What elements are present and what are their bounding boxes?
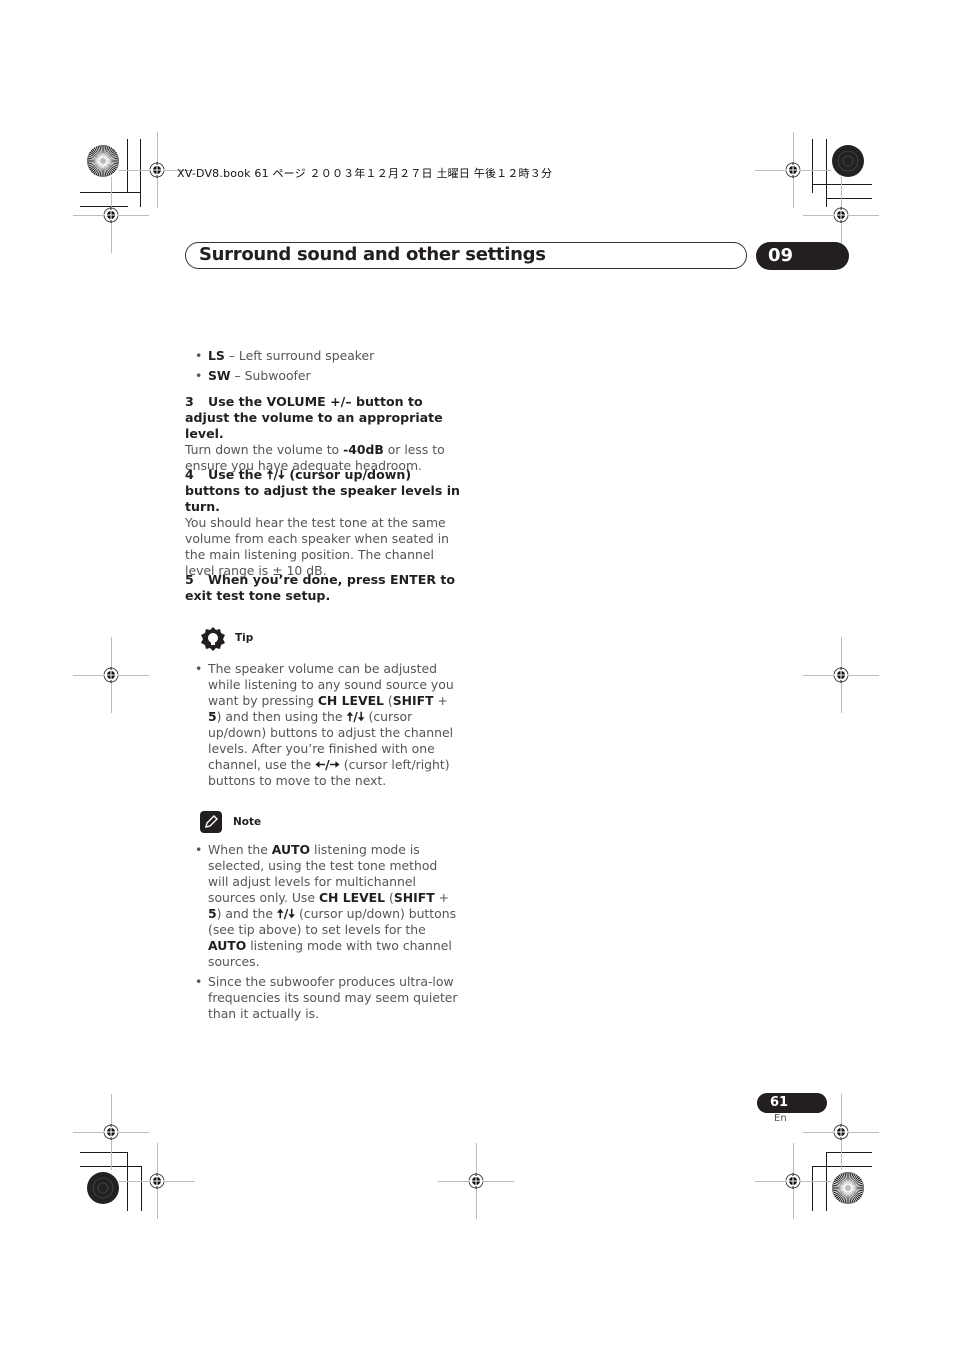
speaker-list: LS – Left surround speaker SW – Subwoofe… — [185, 348, 460, 384]
pencil-icon — [200, 811, 222, 833]
bold-text: SHIFT — [393, 890, 435, 905]
registration-target-icon — [103, 207, 119, 223]
bold-text: SHIFT — [392, 693, 434, 708]
step-heading-text: When you’re done, press ENTER to exit te… — [185, 572, 456, 603]
step-number: 3 — [185, 394, 194, 409]
chapter-number: 09 — [768, 245, 794, 266]
registration-target-icon — [149, 1173, 165, 1189]
step-3: 3 Use the VOLUME +/– button to adjust the… — [185, 394, 460, 474]
crop-line — [140, 139, 141, 207]
starburst-target-icon — [832, 145, 864, 177]
bold-text: 5 — [208, 906, 217, 921]
crop-line — [826, 198, 872, 199]
crop-line — [127, 139, 128, 193]
up-down-arrow-icon: 🠅/🠇 — [266, 467, 285, 482]
page-number-badge — [757, 1093, 827, 1113]
page-language: En — [774, 1113, 787, 1124]
crop-line — [141, 1166, 142, 1211]
text: ( — [385, 890, 394, 905]
registration-target-icon — [833, 1124, 849, 1140]
list-item: LS – Left surround speaker — [185, 348, 460, 364]
crop-line — [812, 1166, 813, 1211]
registration-target-icon — [149, 162, 165, 178]
registration-target-icon — [468, 1173, 484, 1189]
speaker-code: SW — [208, 368, 231, 383]
crop-line — [812, 184, 872, 185]
speaker-code: LS — [208, 348, 225, 363]
step-heading: 3 Use the VOLUME +/– button to adjust the… — [185, 394, 460, 442]
registration-target-icon — [833, 207, 849, 223]
bold-text: CH LEVEL — [318, 890, 386, 905]
crop-line — [826, 139, 827, 207]
list-item: When the AUTO listening mode is selected… — [185, 842, 460, 970]
lightbulb-icon — [201, 627, 225, 651]
list-item: The speaker volume can be adjusted while… — [185, 661, 460, 789]
bold-text: -40dB — [343, 442, 384, 457]
text: ( — [383, 693, 393, 708]
print-header: XV-DV8.book 61 ページ ２００３年１２月２７日 土曜日 午後１２時… — [177, 167, 553, 180]
step-number: 5 — [185, 572, 194, 587]
text: ) and then using the — [216, 709, 347, 724]
text: Turn down the volume to — [185, 442, 344, 457]
registration-target-icon — [785, 1173, 801, 1189]
note-list: When the AUTO listening mode is selected… — [185, 842, 460, 1022]
up-down-arrow-icon: 🠅/🠇 — [276, 906, 296, 921]
step-4: 4 Use the 🠅/🠇 (cursor up/down) buttons to… — [185, 467, 460, 579]
step-heading: 5 When you’re done, press ENTER to exit t… — [185, 572, 460, 604]
section-title: Surround sound and other settings — [199, 244, 546, 265]
page-number: 61 — [770, 1095, 789, 1110]
text: ) and the — [216, 906, 277, 921]
registration-target-icon — [833, 667, 849, 683]
registration-target-icon — [103, 667, 119, 683]
speaker-desc: – Left surround speaker — [224, 348, 375, 363]
starburst-target-icon — [87, 145, 119, 177]
text: + — [434, 890, 449, 905]
crop-line — [80, 1152, 128, 1153]
speaker-desc: – Subwoofer — [230, 368, 311, 383]
list-item: Since the subwoofer produces ultra-low f… — [185, 974, 460, 1022]
step-heading: 4 Use the 🠅/🠇 (cursor up/down) buttons to… — [185, 467, 460, 515]
up-down-arrow-icon: 🠅/🠇 — [346, 709, 365, 724]
step-number: 4 — [185, 467, 194, 482]
step-heading-text: Use the VOLUME +/– button to adjust the … — [185, 394, 443, 441]
step-body: You should hear the test tone at the sam… — [185, 515, 450, 578]
note-label: Note — [233, 816, 262, 828]
registration-target-icon — [785, 162, 801, 178]
list-item: SW – Subwoofer — [185, 368, 460, 384]
crop-line — [826, 1152, 872, 1153]
tip-list: The speaker volume can be adjusted while… — [185, 661, 460, 789]
bold-text: AUTO — [271, 842, 311, 857]
left-right-arrow-icon: 🠄/🠆 — [315, 757, 340, 772]
text: + — [433, 693, 448, 708]
step-5: 5 When you’re done, press ENTER to exit t… — [185, 572, 460, 604]
bold-text: 5 — [208, 709, 217, 724]
bold-text: AUTO — [208, 938, 247, 953]
text: Use the — [208, 467, 267, 482]
tip-label: Tip — [235, 632, 254, 644]
text: When the — [208, 842, 272, 857]
crop-line — [812, 1166, 872, 1167]
bold-text: CH LEVEL — [317, 693, 384, 708]
starburst-target-icon — [87, 1172, 119, 1204]
registration-target-icon — [103, 1124, 119, 1140]
starburst-target-icon — [832, 1172, 864, 1204]
